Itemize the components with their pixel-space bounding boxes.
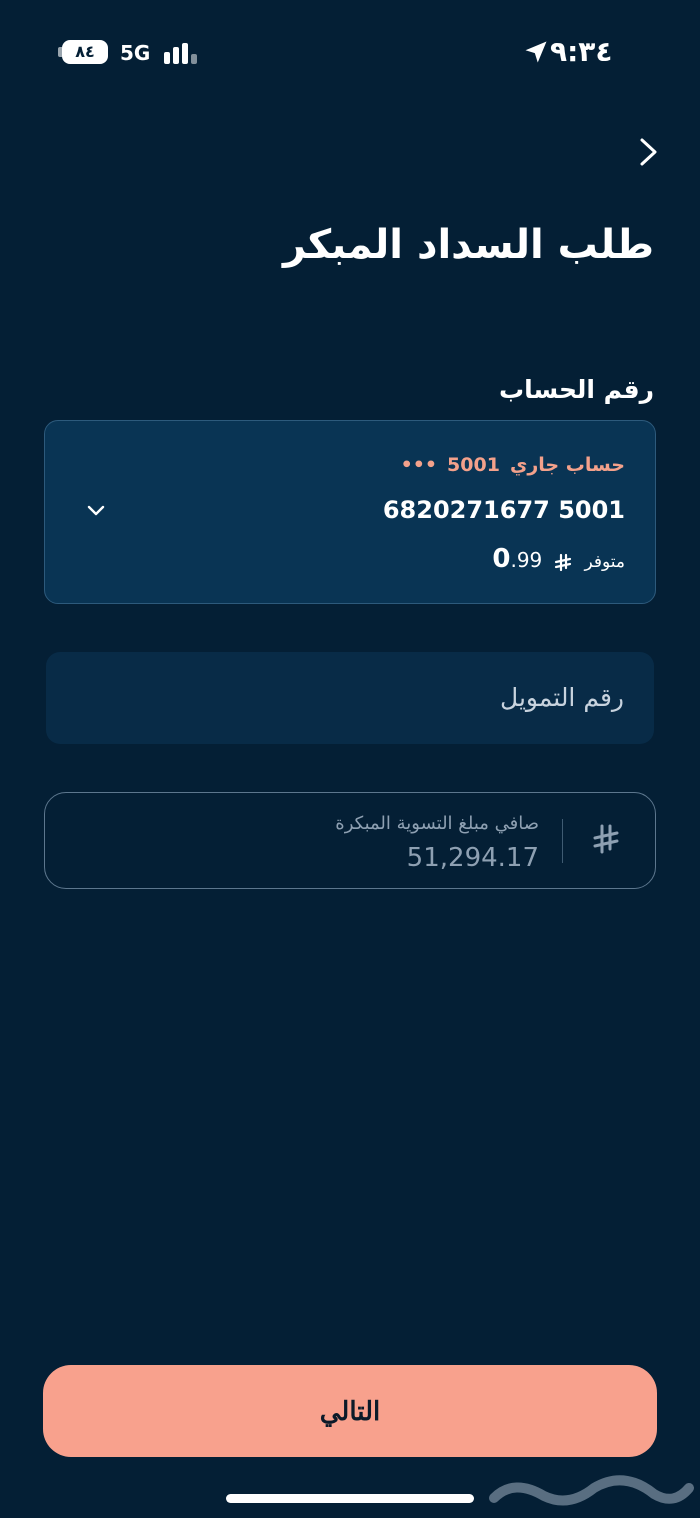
network-type: 5G [120, 41, 151, 65]
account-mask: ••• [400, 454, 438, 476]
account-type: حساب جاري [509, 454, 625, 476]
financing-placeholder: رقم التمويل [500, 683, 624, 712]
page-title: طلب السداد المبكر [283, 222, 654, 268]
account-suffix: 5001 [447, 454, 500, 476]
riyal-icon [593, 824, 619, 854]
battery-indicator: ٨٤ [62, 40, 108, 64]
next-button[interactable]: التالي [43, 1365, 657, 1457]
status-bar: ٨٤ 5G ٩:٣٤ [0, 0, 700, 100]
chevron-down-icon[interactable] [83, 497, 109, 523]
back-button[interactable] [628, 130, 668, 174]
account-section-label: رقم الحساب [499, 375, 654, 404]
chevron-right-icon [640, 138, 657, 166]
account-number: 6820271677 5001 [382, 496, 625, 524]
settlement-label: صافي مبلغ التسوية المبكرة [335, 813, 539, 834]
settlement-amount-field: صافي مبلغ التسوية المبكرة 51,294.17 [44, 792, 656, 889]
location-arrow-icon [525, 41, 547, 63]
signal-icon [162, 40, 202, 66]
watermark-logo [489, 1475, 694, 1506]
account-type-line: حساب جاري 5001 ••• [205, 451, 625, 479]
riyal-icon [555, 553, 572, 571]
screen: ٨٤ 5G ٩:٣٤ طلب السداد المبكر رقم الحساب … [0, 0, 700, 1518]
settlement-amount: 51,294.17 [406, 843, 539, 873]
financing-number-input[interactable]: رقم التمويل [46, 652, 654, 744]
settlement-divider [561, 819, 563, 863]
home-indicator[interactable] [226, 1494, 474, 1503]
balance-amount: 0.99 [492, 541, 542, 580]
balance-integer: 0 [492, 544, 511, 574]
status-time: ٩:٣٤ [550, 35, 613, 68]
balance-line: متوفر 0.99 [205, 541, 625, 577]
account-selector[interactable]: حساب جاري 5001 ••• 6820271677 5001 متوفر 0… [44, 420, 656, 604]
balance-decimal: .99 [510, 548, 543, 572]
available-label: متوفر [584, 552, 625, 572]
